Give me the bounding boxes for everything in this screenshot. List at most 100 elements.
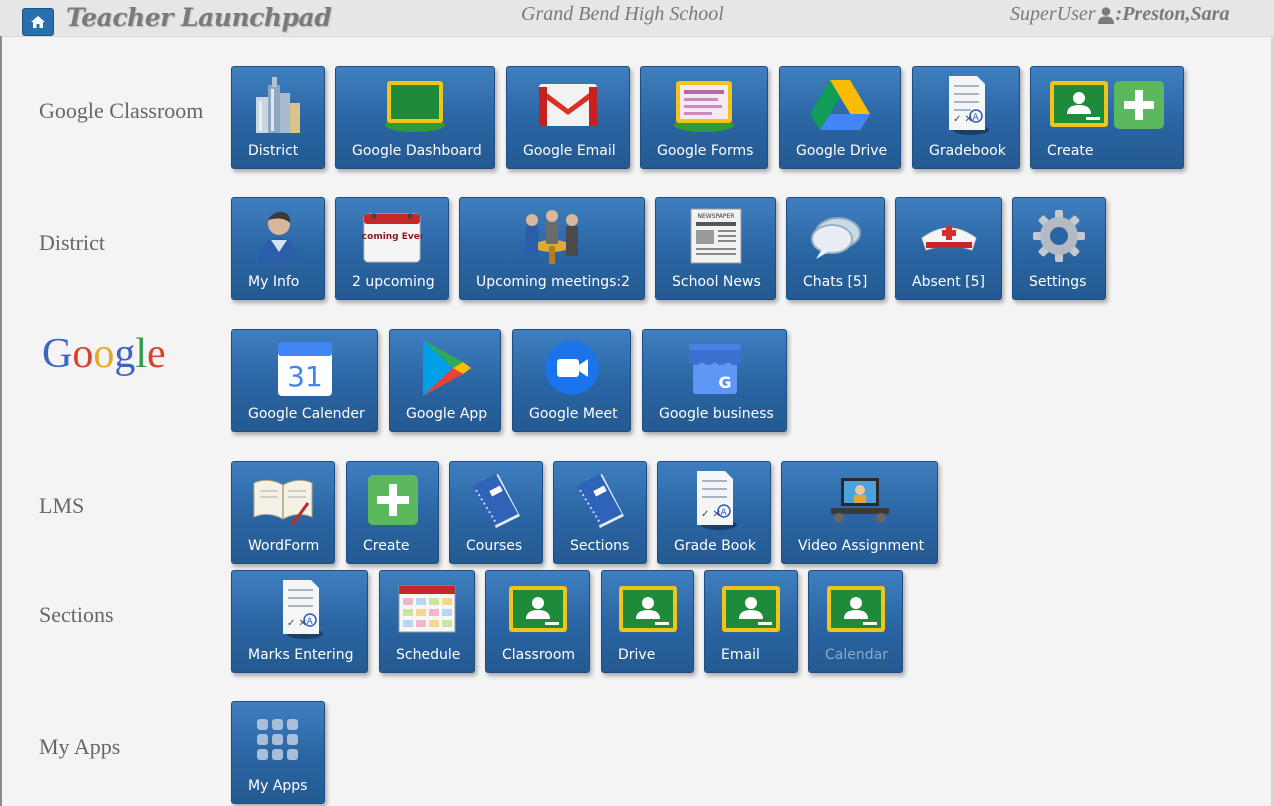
school-name: Grand Bend High School <box>521 3 724 25</box>
tile-create-lms[interactable]: Create <box>346 461 439 564</box>
tile-my-info[interactable]: My Info <box>231 197 325 300</box>
notebook-icon <box>576 474 624 528</box>
notebook-icon <box>472 474 520 528</box>
icon-text-upcoming: Upcoming Events <box>362 232 422 242</box>
tile-sections-lms[interactable]: Sections <box>553 461 647 564</box>
tile-label: Settings <box>1029 274 1087 290</box>
google-classroom-icon <box>508 586 567 632</box>
tile-gradebook[interactable]: ✓ ✕ A Gradebook <box>912 66 1020 169</box>
tile-label: Upcoming meetings:2 <box>476 274 631 290</box>
plus-icon <box>367 475 418 525</box>
play-store-icon <box>423 340 471 396</box>
tile-upcoming-events[interactable]: Upcoming Events 2 upcoming <box>335 197 449 300</box>
top-bar: Teacher Launchpad Grand Bend High School… <box>0 0 1274 37</box>
tile-label: Schedule <box>396 647 461 663</box>
nurse-cap-icon <box>920 226 977 251</box>
svg-text:A: A <box>973 113 980 123</box>
tile-label: Absent [5] <box>912 274 986 290</box>
user-role: SuperUser <box>1010 3 1096 25</box>
video-camera-icon <box>544 341 599 395</box>
tile-google-calender[interactable]: 31 Google Calender <box>231 329 378 432</box>
tile-label: Marks Entering <box>248 647 354 663</box>
meeting-people-icon <box>526 210 578 264</box>
tile-label: Create <box>1047 143 1094 159</box>
svg-text:G: G <box>718 373 731 392</box>
google-calendar-icon: 31 <box>277 342 332 396</box>
google-classroom-icon <box>826 586 885 632</box>
tile-label: Google Meet <box>529 406 618 422</box>
tile-classroom[interactable]: Classroom <box>485 570 590 673</box>
user-name: :Preston,Sara <box>1115 3 1230 25</box>
tile-school-news[interactable]: NEWSPAPER School News <box>655 197 776 300</box>
tile-calendar[interactable]: Calendar <box>808 570 903 673</box>
tile-label: Chats [5] <box>803 274 868 290</box>
row-label-my-apps: My Apps <box>39 734 121 759</box>
tile-google-forms[interactable]: Google Forms <box>640 66 768 169</box>
tile-label: Grade Book <box>674 538 756 554</box>
gear-icon <box>1033 210 1085 262</box>
svg-text:A: A <box>306 617 313 627</box>
tile-label: WordForm <box>248 538 320 554</box>
tile-label: Google business <box>659 406 774 422</box>
gmail-icon <box>539 84 597 126</box>
google-classroom-icon <box>722 586 780 632</box>
person-icon <box>257 211 299 264</box>
left-border <box>0 36 2 806</box>
tile-label: Classroom <box>502 647 576 663</box>
tile-create-classroom[interactable]: Create <box>1030 66 1184 169</box>
tile-schedule[interactable]: Schedule <box>379 570 475 673</box>
tile-settings[interactable]: Settings <box>1012 197 1106 300</box>
tile-label: Calendar <box>825 647 888 663</box>
tile-google-dashboard[interactable]: Google Dashboard <box>335 66 495 169</box>
user-info[interactable]: SuperUser :Preston,Sara <box>1010 3 1229 26</box>
tile-google-drive[interactable]: Google Drive <box>779 66 901 169</box>
graded-paper-icon: ✓ ✕ A <box>949 76 989 135</box>
city-buildings-icon <box>256 77 300 133</box>
tile-label: Drive <box>618 647 656 663</box>
tile-label: 2 upcoming <box>352 274 435 290</box>
tile-label: Email <box>721 647 760 663</box>
app-title: Teacher Launchpad <box>66 3 332 32</box>
tile-label: Courses <box>466 538 523 554</box>
tile-upcoming-meetings[interactable]: Upcoming meetings:2 <box>459 197 645 300</box>
tile-google-business[interactable]: G Google business <box>642 329 787 432</box>
tile-courses[interactable]: Courses <box>449 461 543 564</box>
icon-text-newspaper: NEWSPAPER <box>697 213 734 220</box>
user-icon <box>1097 6 1114 24</box>
tile-absent[interactable]: Absent [5] <box>895 197 1002 300</box>
tile-label: My Apps <box>248 778 308 794</box>
video-conference-icon <box>830 478 889 523</box>
tile-google-email[interactable]: Google Email <box>506 66 630 169</box>
tile-district[interactable]: District <box>231 66 325 169</box>
tile-my-apps[interactable]: My Apps <box>231 701 325 804</box>
google-drive-icon <box>810 80 870 130</box>
tile-grade-book[interactable]: ✓ ✕ A Grade Book <box>657 461 771 564</box>
tile-label: Google Forms <box>657 143 754 159</box>
tile-label: District <box>248 143 299 159</box>
graded-paper-icon: ✓ ✕ A <box>282 580 323 639</box>
tile-label: Sections <box>570 538 630 554</box>
tile-wordform[interactable]: WordForm <box>231 461 335 564</box>
tile-drive[interactable]: Drive <box>601 570 694 673</box>
tile-google-app[interactable]: Google App <box>389 329 501 432</box>
tile-label: Google Dashboard <box>352 143 482 159</box>
graded-paper-icon: ✓ ✕ A <box>697 471 737 530</box>
classroom-create-icon <box>1050 81 1164 129</box>
tile-email[interactable]: Email <box>704 570 798 673</box>
google-logo: Google <box>42 331 166 377</box>
tile-google-meet[interactable]: Google Meet <box>512 329 631 432</box>
newspaper-icon: NEWSPAPER <box>690 208 741 264</box>
google-classroom-icon <box>618 586 677 632</box>
tile-video-assignment[interactable]: Video Assignment <box>781 461 938 564</box>
schedule-grid-icon <box>398 585 456 633</box>
svg-text:A: A <box>721 508 728 518</box>
tile-chats[interactable]: Chats [5] <box>786 197 885 300</box>
upcoming-events-calendar-icon: Upcoming Events <box>362 213 422 263</box>
tile-marks-entering[interactable]: ✓ ✕ A Marks Entering <box>231 570 368 673</box>
row-label-district: District <box>39 230 105 255</box>
chat-bubble-icon <box>810 217 861 259</box>
tile-label: Google App <box>406 406 488 422</box>
home-button[interactable] <box>22 8 54 36</box>
app-grid-icon <box>257 719 298 760</box>
row-label-sections: Sections <box>39 602 114 627</box>
